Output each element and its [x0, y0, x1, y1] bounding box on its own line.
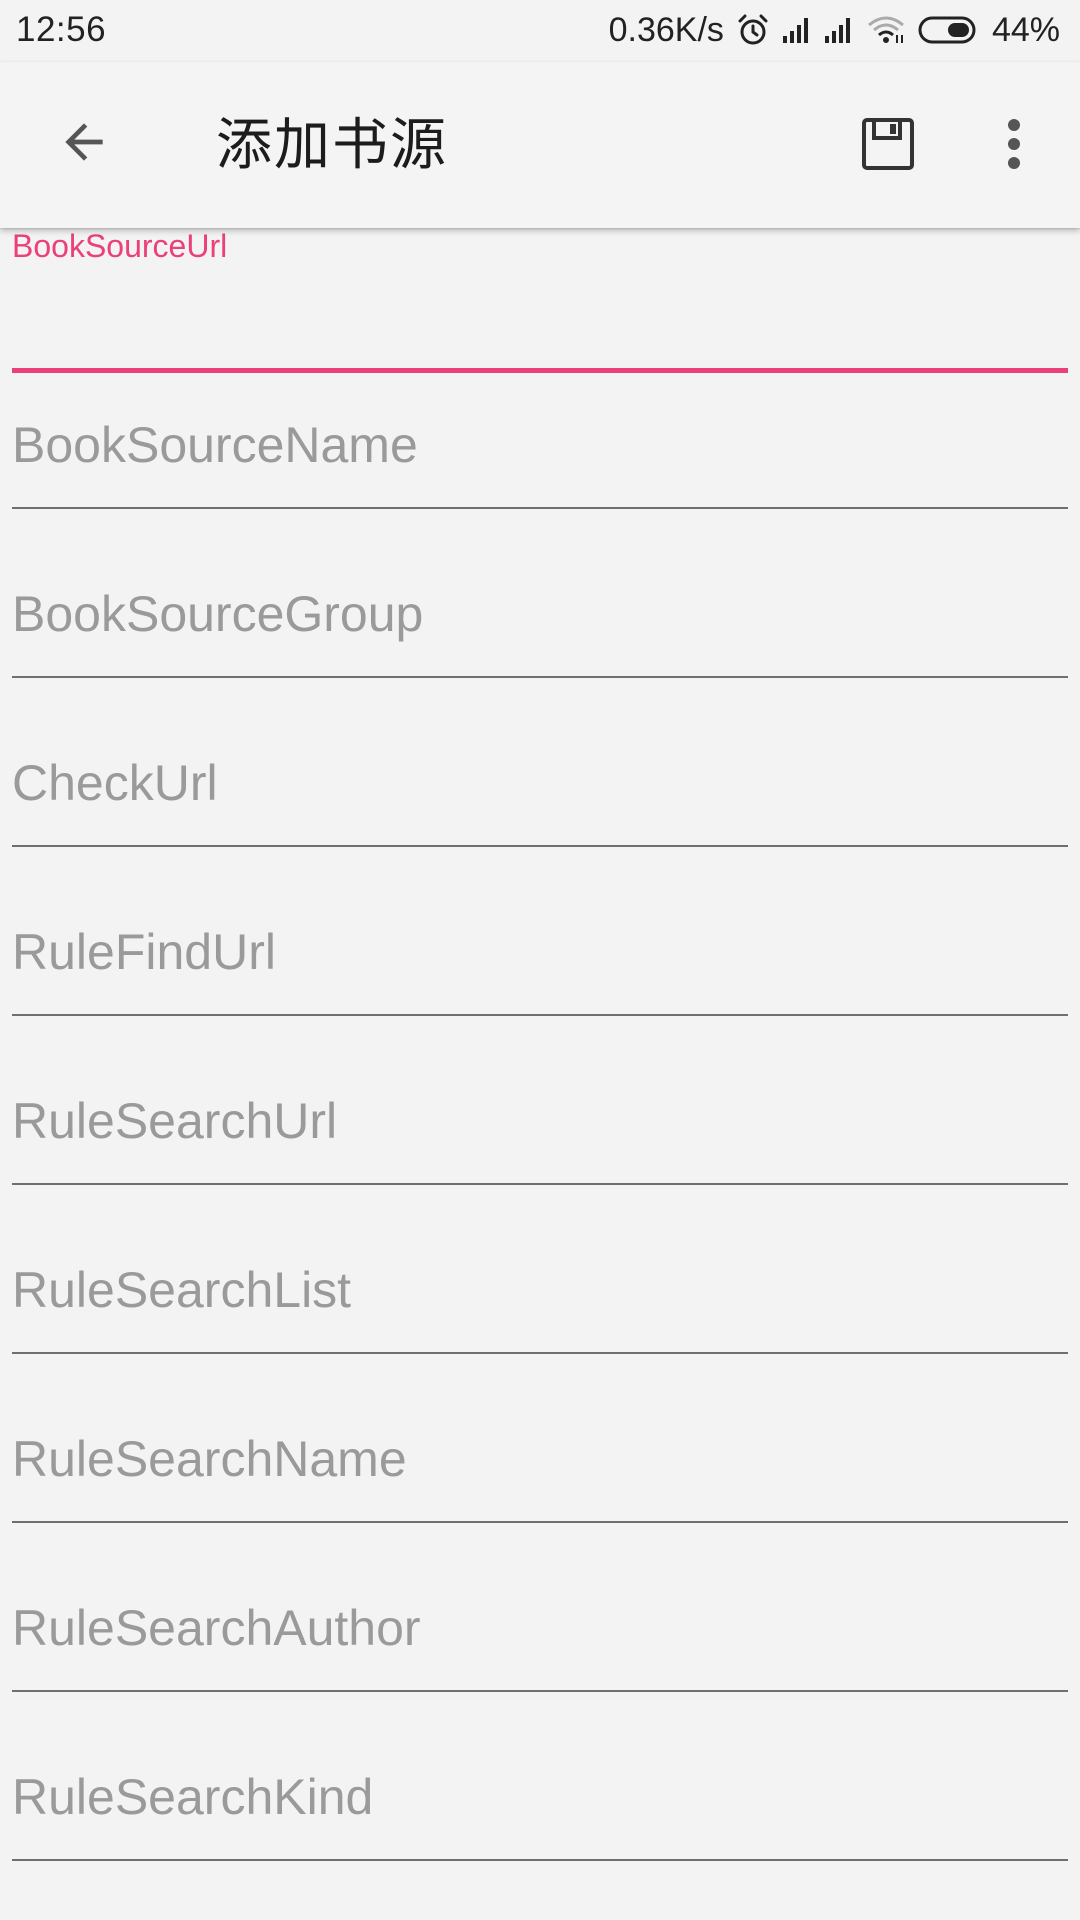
field-underline	[12, 676, 1068, 678]
rule-search-kind-field	[0, 1749, 1080, 1918]
field-label: BookSourceUrl	[12, 228, 228, 264]
book-source-url-field: BookSourceUrl	[0, 228, 1080, 397]
book-source-group-input[interactable]	[12, 574, 1068, 654]
signal-icon	[782, 16, 812, 44]
rule-search-url-field	[0, 1073, 1080, 1242]
signal-icon	[824, 16, 854, 44]
page-title: 添加书源	[216, 113, 448, 178]
field-underline	[12, 845, 1068, 847]
more-options-button[interactable]	[988, 104, 1040, 184]
rule-search-list-input[interactable]	[12, 1250, 1068, 1330]
arrow-back-icon	[65, 123, 103, 161]
rule-search-url-input[interactable]	[12, 1081, 1068, 1161]
rule-search-author-input[interactable]	[12, 1588, 1068, 1668]
field-underline	[12, 1690, 1068, 1692]
book-source-name-input[interactable]	[12, 405, 1068, 485]
check-url-field	[0, 735, 1080, 904]
rule-search-author-field	[0, 1580, 1080, 1749]
field-underline	[12, 1014, 1068, 1016]
battery-level: 44%	[991, 10, 1060, 49]
book-source-url-input[interactable]	[12, 284, 1068, 354]
rule-search-list-field	[0, 1242, 1080, 1411]
app-bar: 添加书源	[0, 62, 1080, 228]
alarm-icon	[736, 13, 770, 47]
back-button[interactable]	[44, 102, 124, 182]
status-bar: 12:56 0.36K/s 44%	[0, 0, 1080, 62]
rule-find-url-input[interactable]	[12, 912, 1068, 992]
field-underline	[12, 507, 1068, 509]
field-underline	[12, 1521, 1068, 1523]
save-icon	[862, 118, 914, 170]
rule-search-kind-input[interactable]	[12, 1757, 1068, 1837]
battery-icon	[918, 15, 980, 45]
rule-search-name-field	[0, 1411, 1080, 1580]
book-source-group-field	[0, 566, 1080, 735]
field-underline	[12, 1352, 1068, 1354]
field-underline	[12, 368, 1068, 373]
status-time: 12:56	[16, 10, 107, 49]
save-button[interactable]	[848, 104, 928, 184]
more-vert-icon	[1008, 119, 1020, 169]
book-source-name-field	[0, 397, 1080, 566]
rule-search-name-input[interactable]	[12, 1419, 1068, 1499]
wifi-icon	[866, 15, 906, 45]
rule-find-url-field	[0, 904, 1080, 1073]
check-url-input[interactable]	[12, 743, 1068, 823]
field-underline	[12, 1859, 1068, 1861]
status-icons: 0.36K/s 44%	[609, 8, 1060, 52]
field-underline	[12, 1183, 1068, 1185]
book-source-form: BookSourceUrl	[0, 228, 1080, 1918]
net-speed: 0.36K/s	[608, 10, 724, 49]
